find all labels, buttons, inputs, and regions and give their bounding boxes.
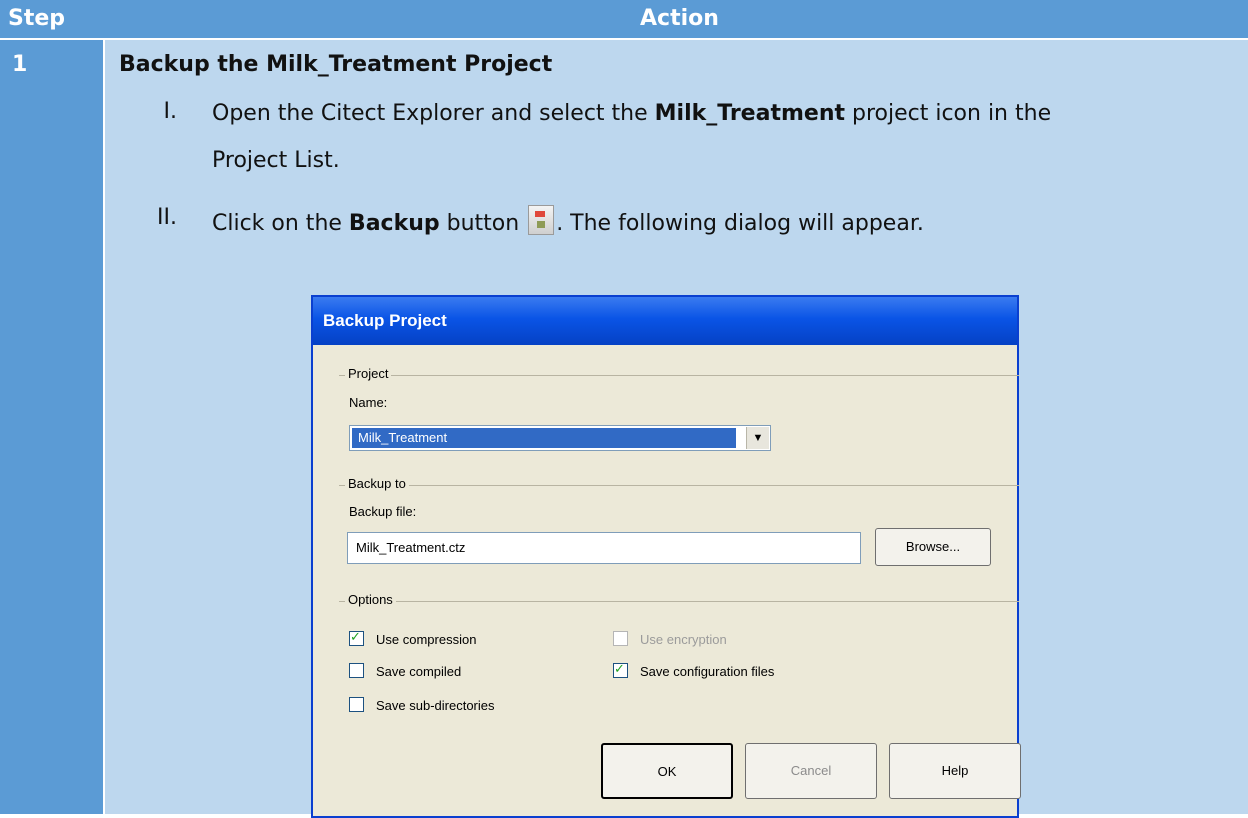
item-1-line-1: Open the Citect Explorer and select the … bbox=[212, 101, 1052, 126]
header-step: Step bbox=[8, 6, 66, 31]
ok-button[interactable]: OK bbox=[601, 743, 733, 799]
step-number: 1 bbox=[12, 52, 28, 77]
item-1-line-2: Project List. bbox=[212, 148, 340, 173]
save-compiled-checkbox[interactable]: Save compiled bbox=[349, 663, 461, 679]
backup-icon bbox=[528, 205, 555, 235]
project-name-select[interactable]: Milk_Treatment ▼ bbox=[349, 425, 771, 451]
action-cell: Backup the Milk_Treatment Project I. Ope… bbox=[105, 40, 1248, 818]
backup-file-input[interactable]: Milk_Treatment.ctz bbox=[347, 532, 861, 564]
checkbox-icon[interactable] bbox=[613, 631, 628, 646]
backup-file-value: Milk_Treatment.ctz bbox=[356, 540, 466, 555]
browse-button[interactable]: Browse... bbox=[875, 528, 991, 566]
options-group: Options bbox=[339, 592, 1019, 607]
project-group-label: Project bbox=[345, 366, 392, 381]
checkbox-icon[interactable] bbox=[349, 697, 364, 712]
backup-to-group: Backup to bbox=[339, 476, 1019, 491]
use-encryption-checkbox[interactable]: Use encryption bbox=[613, 631, 727, 647]
item-2-line: Click on the Backup button . The followi… bbox=[212, 205, 924, 239]
project-group: Project bbox=[339, 366, 1019, 381]
options-group-label: Options bbox=[345, 592, 396, 607]
save-subdirectories-checkbox[interactable]: Save sub-directories bbox=[349, 697, 495, 713]
backup-to-group-label: Backup to bbox=[345, 476, 409, 491]
checkbox-icon[interactable] bbox=[349, 663, 364, 678]
chevron-down-icon[interactable]: ▼ bbox=[746, 427, 769, 449]
step-title: Backup the Milk_Treatment Project bbox=[119, 52, 553, 77]
use-compression-checkbox[interactable]: Use compression bbox=[349, 629, 476, 647]
save-config-files-checkbox[interactable]: Save configuration files bbox=[613, 661, 774, 679]
name-label: Name: bbox=[349, 395, 388, 410]
dialog-title-bar: Backup Project bbox=[313, 297, 1017, 345]
backup-project-dialog: Backup Project Project Name: Milk_Treatm… bbox=[311, 295, 1021, 818]
project-name-value: Milk_Treatment bbox=[358, 430, 448, 445]
dialog-title: Backup Project bbox=[323, 311, 447, 330]
step-number-cell: 1 bbox=[0, 40, 103, 814]
item-numeral: I. bbox=[163, 99, 177, 124]
instruction-table: Step Action 1 Backup the Milk_Treatment … bbox=[0, 0, 1248, 818]
header-action: Action bbox=[640, 6, 719, 31]
cancel-button[interactable]: Cancel bbox=[745, 743, 877, 799]
item-numeral: II. bbox=[157, 205, 177, 230]
checkbox-checked-icon[interactable] bbox=[349, 629, 364, 646]
table-header: Step Action bbox=[0, 0, 1248, 38]
help-button[interactable]: Help bbox=[889, 743, 1021, 799]
checkbox-checked-icon[interactable] bbox=[613, 661, 628, 678]
backup-file-label: Backup file: bbox=[349, 504, 417, 519]
